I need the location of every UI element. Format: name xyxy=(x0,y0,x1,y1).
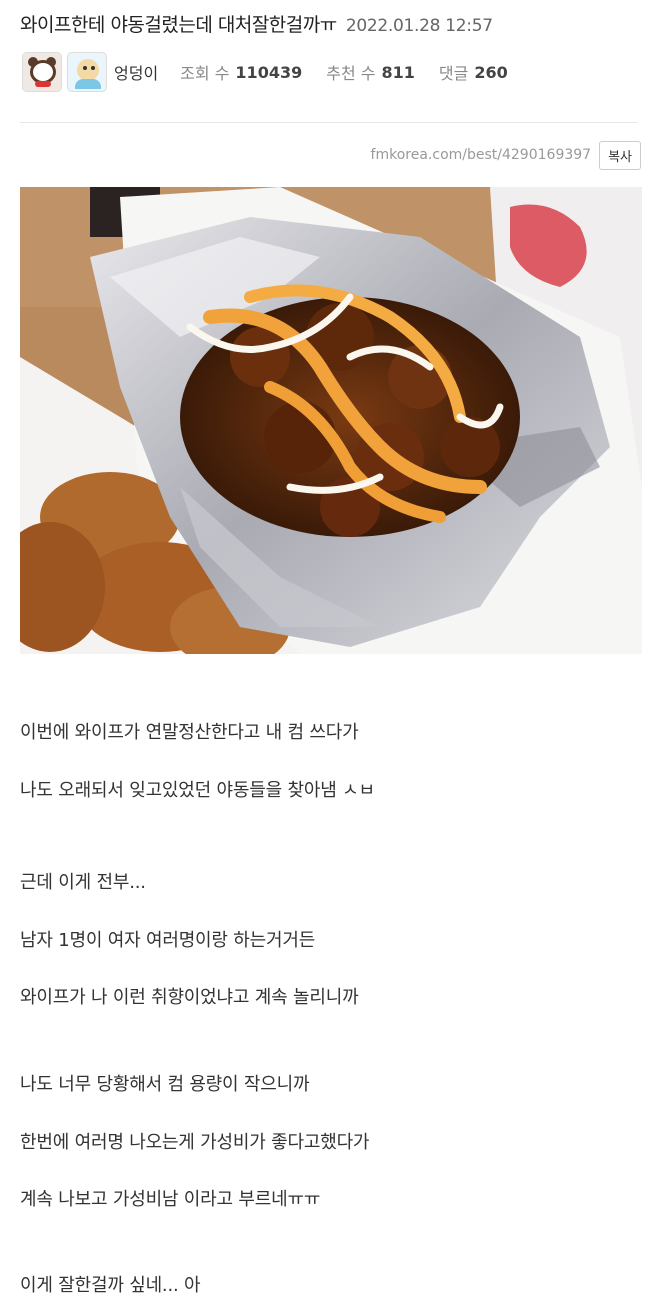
author-badge-icon xyxy=(22,52,62,92)
comments-count[interactable]: 260 xyxy=(474,63,507,82)
url-row: fmkorea.com/best/4290169397 복사 xyxy=(371,140,641,170)
content-line: 나도 너무 당황해서 컴 용량이 작으니까 xyxy=(20,1074,310,1095)
content-line: 남자 1명이 여자 여러명이랑 하는거거든 xyxy=(20,930,316,951)
comments-label[interactable]: 댓글 xyxy=(439,60,468,84)
content-line: 한번에 여러명 나오는게 가성비가 좋다고했다가 xyxy=(20,1132,370,1153)
content-line: 이번에 와이프가 연말정산한다고 내 컴 쓰다가 xyxy=(20,722,359,743)
post-title: 와이프한테 야동걸렸는데 대처잘한걸까ㅠ xyxy=(20,14,337,36)
author-name[interactable]: 엉덩이 xyxy=(114,60,158,84)
recommend-label: 추천 수 xyxy=(326,64,376,83)
header-divider xyxy=(20,122,637,123)
views-label: 조회 수 xyxy=(180,64,230,83)
content-line: 나도 오래되서 잊고있었던 야동들을 찾아냄 ㅅㅂ xyxy=(20,780,375,801)
views-count: 110439 xyxy=(235,62,303,82)
post-url[interactable]: fmkorea.com/best/4290169397 xyxy=(371,147,592,163)
meta-row: 엉덩이 조회 수 110439 추천 수 811 댓글 260 xyxy=(22,52,532,92)
copy-url-button[interactable]: 복사 xyxy=(599,140,641,170)
recommend-count: 811 xyxy=(381,62,415,82)
post-date: 2022.01.28 12:57 xyxy=(345,16,493,36)
fried-chicken-photo-icon xyxy=(20,187,642,654)
content-line: 이게 잘한걸까 싶네... 아 xyxy=(20,1275,201,1296)
content-line: 계속 나보고 가성비남 이라고 부르네ㅠㅠ xyxy=(20,1189,321,1210)
content-line: 근데 이게 전부... xyxy=(20,872,146,893)
title-row: 와이프한테 야동걸렸는데 대처잘한걸까ㅠ 2022.01.28 12:57 xyxy=(20,10,645,40)
post-photo xyxy=(20,187,642,654)
author-avatar[interactable] xyxy=(67,52,107,92)
content-line: 와이프가 나 이런 취향이었냐고 계속 놀리니까 xyxy=(20,987,359,1008)
